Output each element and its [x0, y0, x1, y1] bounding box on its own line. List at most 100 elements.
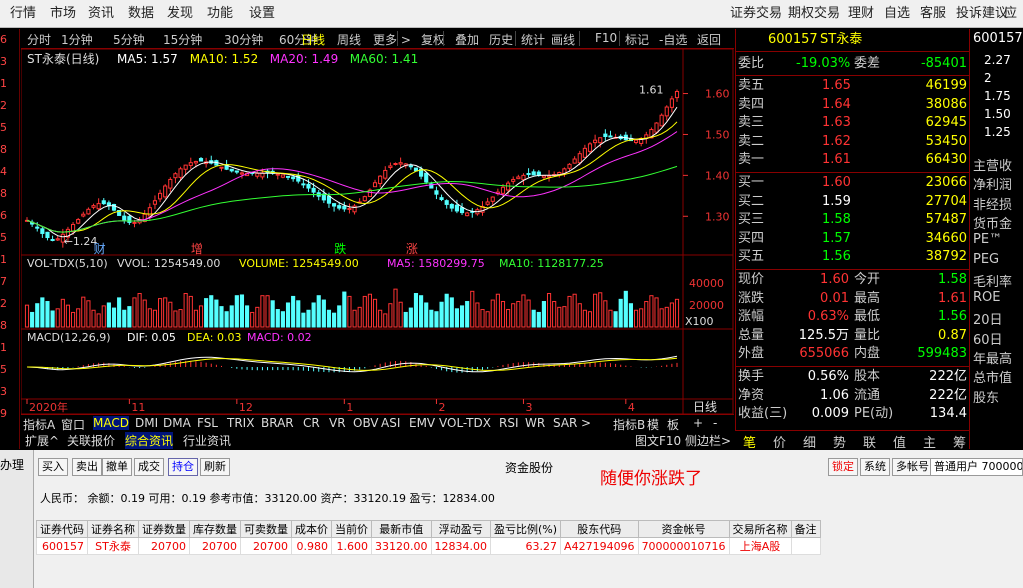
- toolbar-item-9[interactable]: 复权: [421, 31, 445, 48]
- buy-level-row[interactable]: 买一 1.60 23066: [736, 174, 969, 192]
- toolbar-item-12[interactable]: 统计: [521, 31, 545, 48]
- menu-right-item-2[interactable]: 理财: [848, 0, 874, 27]
- menu-right-item-3[interactable]: 自选: [884, 0, 910, 27]
- indicator-tab-8[interactable]: CR: [303, 416, 320, 430]
- right-info-label[interactable]: 主营收: [973, 155, 1012, 174]
- indicator-tab-10[interactable]: OBV: [353, 416, 379, 430]
- menu-right-item-4[interactable]: 客服: [920, 0, 946, 27]
- menu-right-item-0[interactable]: 证券交易: [730, 0, 782, 27]
- holdings-column-header[interactable]: 证券数量: [138, 520, 190, 538]
- indicator-tab-22[interactable]: -: [713, 416, 717, 430]
- right-info-label[interactable]: 20日: [973, 309, 1003, 328]
- indicator-tab-16[interactable]: SAR: [553, 416, 577, 430]
- menu-item-6[interactable]: 设置: [249, 0, 275, 27]
- toolbar-item-6[interactable]: 日线: [301, 31, 325, 48]
- toolbar-item-7[interactable]: 周线: [337, 31, 361, 48]
- toolbar-item-17[interactable]: 返回: [697, 31, 721, 48]
- trade-side-label[interactable]: 办理: [0, 456, 24, 473]
- holdings-column-header[interactable]: 股东代码: [560, 520, 639, 538]
- info-tab-0[interactable]: 扩展^: [25, 432, 59, 449]
- toolbar-item-2[interactable]: 5分钟: [113, 31, 145, 48]
- menu-right-item-6[interactable]: 应: [1004, 0, 1017, 27]
- side-tab-0[interactable]: 图文F10: [635, 432, 681, 449]
- toolbar-item-0[interactable]: 分时: [27, 31, 51, 48]
- menu-item-5[interactable]: 功能: [207, 0, 233, 27]
- quote-tab-2[interactable]: 细: [803, 432, 816, 451]
- toolbar-item-11[interactable]: 历史: [489, 31, 513, 48]
- indicator-tab-7[interactable]: BRAR: [261, 416, 294, 430]
- menu-item-1[interactable]: 市场: [50, 0, 76, 27]
- right-info-label[interactable]: 毛利率: [973, 271, 1012, 290]
- buy-level-row[interactable]: 买二 1.59 27704: [736, 193, 969, 211]
- info-tab-1[interactable]: 关联报价: [67, 432, 115, 449]
- indicator-tab-19[interactable]: 模: [647, 416, 659, 433]
- right-info-label[interactable]: 货币金: [973, 213, 1012, 232]
- sell-level-row[interactable]: 卖二 1.62 53450: [736, 133, 969, 151]
- right-info-label[interactable]: 年最高: [973, 348, 1012, 367]
- indicator-tab-13[interactable]: VOL-TDX: [439, 416, 491, 430]
- menu-item-2[interactable]: 资讯: [88, 0, 114, 27]
- trade-right-button-0[interactable]: 锁定: [828, 458, 858, 476]
- right-info-label[interactable]: 60日: [973, 329, 1003, 348]
- toolbar-item-14[interactable]: F10: [595, 31, 617, 45]
- indicator-tab-9[interactable]: VR: [329, 416, 346, 430]
- quote-tab-0[interactable]: 笔: [743, 432, 756, 451]
- holdings-column-header[interactable]: 可卖数量: [240, 520, 292, 538]
- quote-tab-1[interactable]: 价: [773, 432, 786, 451]
- sell-level-row[interactable]: 卖一 1.61 66430: [736, 151, 969, 169]
- indicator-tab-18[interactable]: 指标B: [613, 416, 645, 433]
- holdings-column-header[interactable]: 当前价: [331, 520, 372, 538]
- side-tab-1[interactable]: 侧边栏>: [685, 432, 731, 449]
- toolbar-item-3[interactable]: 15分钟: [163, 31, 202, 48]
- quote-tab-7[interactable]: 筹: [953, 432, 966, 451]
- buy-level-row[interactable]: 买五 1.56 38792: [736, 248, 969, 266]
- right-info-label[interactable]: 股东: [973, 387, 999, 406]
- holdings-column-header[interactable]: 证券名称: [87, 520, 139, 538]
- indicator-tab-4[interactable]: DMA: [163, 416, 191, 430]
- right-info-label[interactable]: PE™: [973, 232, 1002, 247]
- indicator-tab-1[interactable]: 窗口: [61, 416, 85, 433]
- holdings-column-header[interactable]: 盈亏比例(%): [489, 520, 562, 538]
- indicator-tab-5[interactable]: FSL: [197, 416, 218, 430]
- holdings-column-header[interactable]: 浮动盈亏: [430, 520, 491, 538]
- info-tab-3[interactable]: 行业资讯: [183, 432, 231, 449]
- indicator-tab-0[interactable]: 指标A: [23, 416, 55, 433]
- quote-tab-6[interactable]: 主: [923, 432, 936, 451]
- menu-right-item-1[interactable]: 期权交易: [788, 0, 840, 27]
- holdings-column-header[interactable]: 最新市值: [371, 520, 432, 538]
- menu-right-item-5[interactable]: 投诉建议: [956, 0, 1008, 27]
- buy-level-row[interactable]: 买四 1.57 34660: [736, 230, 969, 248]
- kline-chart-svg[interactable]: 1.60 1.50 1.40 1.30 ST永泰(日线) MA5: 1.57 MA10: 1…: [20, 48, 734, 415]
- indicator-tab-6[interactable]: TRIX: [227, 416, 254, 430]
- indicator-tab-11[interactable]: ASI: [381, 416, 400, 430]
- toolbar-item-4[interactable]: 30分钟: [224, 31, 263, 48]
- indicator-tab-20[interactable]: 板: [667, 416, 679, 433]
- buy-level-row[interactable]: 买三 1.58 57487: [736, 211, 969, 229]
- menu-item-4[interactable]: 发现: [167, 0, 193, 27]
- toolbar-item-13[interactable]: 画线: [551, 31, 575, 48]
- menu-item-3[interactable]: 数据: [128, 0, 154, 27]
- holdings-column-header[interactable]: 库存数量: [189, 520, 241, 538]
- right-info-label[interactable]: 总市值: [973, 367, 1012, 386]
- toolbar-item-1[interactable]: 1分钟: [61, 31, 93, 48]
- holdings-column-header[interactable]: 交易所名称: [728, 520, 792, 538]
- info-tab-2[interactable]: 综合资讯: [125, 432, 174, 449]
- menu-item-0[interactable]: 行情: [10, 0, 36, 27]
- trade-right-button-2[interactable]: 多帐号: [892, 458, 933, 476]
- trade-button-2[interactable]: 撤单: [102, 458, 132, 476]
- indicator-tab-12[interactable]: EMV: [409, 416, 435, 430]
- sell-level-row[interactable]: 卖五 1.65 46199: [736, 77, 969, 95]
- trade-right-button-1[interactable]: 系统: [860, 458, 890, 476]
- quote-tab-4[interactable]: 联: [863, 432, 876, 451]
- kline-chart-area[interactable]: 1.60 1.50 1.40 1.30 ST永泰(日线) MA5: 1.57 MA10: 1…: [20, 48, 734, 415]
- indicator-tab-15[interactable]: WR: [525, 416, 545, 430]
- sell-level-row[interactable]: 卖三 1.63 62945: [736, 114, 969, 132]
- right-info-label[interactable]: PEG: [973, 252, 999, 267]
- holdings-column-header[interactable]: 备注: [790, 520, 821, 538]
- trade-button-4[interactable]: 持仓: [168, 458, 198, 476]
- holdings-column-header[interactable]: 成本价: [291, 520, 332, 538]
- right-info-label[interactable]: 非经损: [973, 194, 1012, 213]
- trade-button-5[interactable]: 刷新: [200, 458, 230, 476]
- toolbar-item-16[interactable]: -自选: [659, 31, 687, 48]
- holdings-column-header[interactable]: 资金帐号: [637, 520, 730, 538]
